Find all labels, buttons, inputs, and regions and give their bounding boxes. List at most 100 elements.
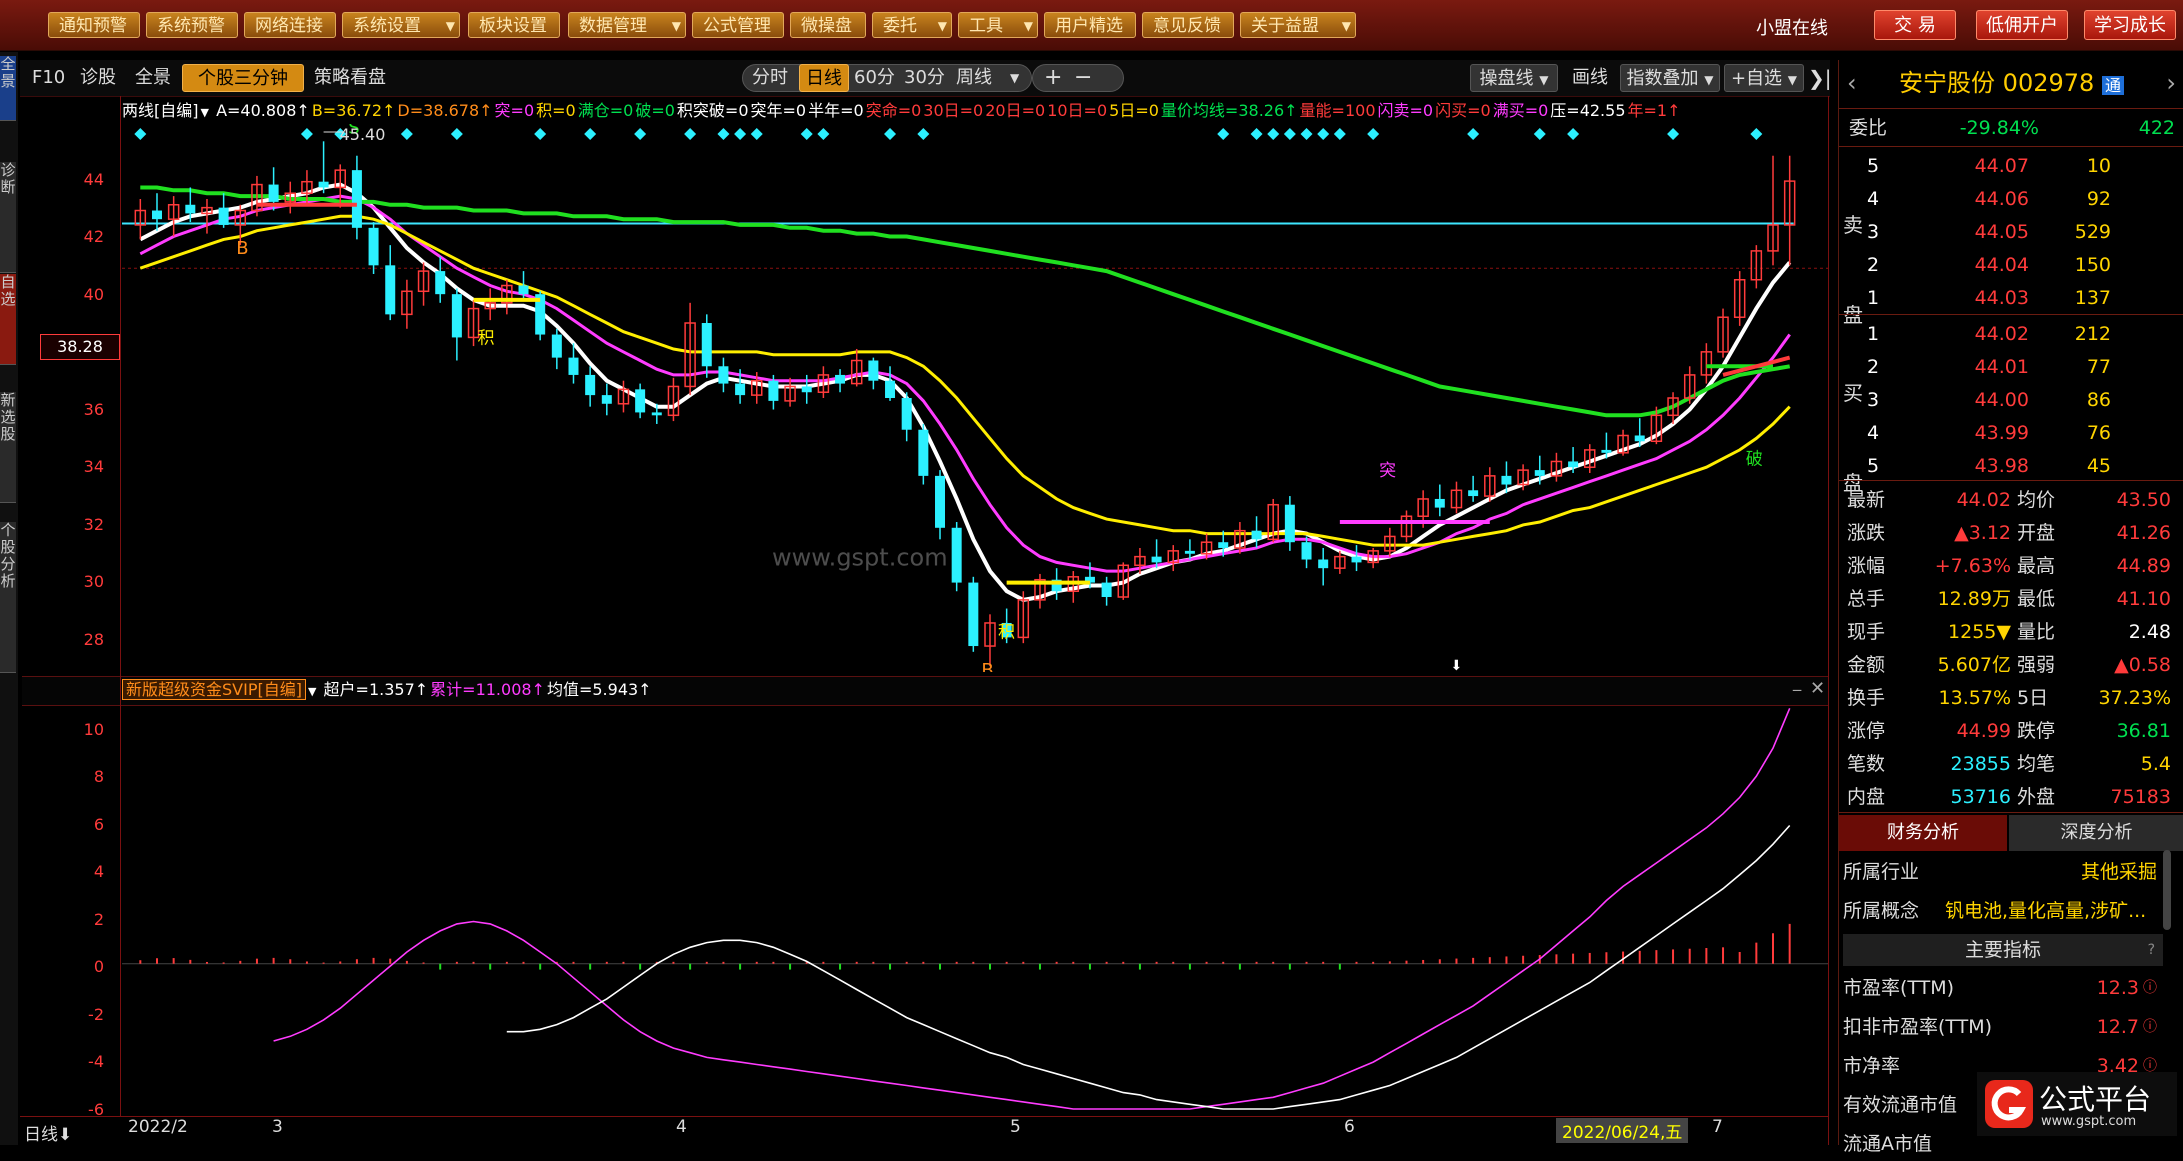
- toolbar-button-system-settings[interactable]: 系统设置 ▼: [342, 12, 460, 38]
- bid-row[interactable]: 2 44.01 77: [1839, 351, 2183, 384]
- ask-row[interactable]: 1 44.03 137: [1839, 282, 2183, 315]
- toolbar-button-tools[interactable]: 工具 ▼: [958, 12, 1038, 38]
- vtab-stock-analysis[interactable]: 个股分析: [0, 522, 16, 673]
- chevron-down-icon[interactable]: ▼: [201, 106, 209, 119]
- toolbar-button-sector-settings[interactable]: 板块设置: [468, 12, 560, 38]
- sub-tick: 4: [93, 862, 104, 881]
- industry-value[interactable]: 其他采掘: [1839, 856, 2157, 889]
- candle-body: [151, 210, 162, 220]
- button-label: 工具: [969, 16, 1003, 36]
- x-tick: 4: [676, 1117, 687, 1137]
- open-account-button[interactable]: 低佣开户: [1976, 10, 2068, 40]
- ind-val: B=36.72↑: [311, 101, 396, 120]
- candle-body: [318, 181, 329, 188]
- vtab-new-picks[interactable]: 新选股: [0, 392, 16, 503]
- vtab-overview[interactable]: 全景: [0, 56, 16, 121]
- toolbar-button-notify[interactable]: 通知预警: [48, 12, 140, 38]
- concept-value[interactable]: 钒电池,量化高量,涉矿...: [1945, 895, 2157, 928]
- diagnose-button[interactable]: 诊股: [80, 64, 116, 92]
- index-overlay-button[interactable]: 指数叠加 ▼: [1620, 64, 1720, 92]
- candlestick-chart[interactable]: BS45.40积积B27.24突破www.gspt.com⬇: [122, 124, 1828, 672]
- quote-row: 涨幅 +7.63% 最高 44.89: [1839, 550, 2183, 583]
- vtab-watchlist[interactable]: 自选: [0, 274, 16, 365]
- panel-scrollbar[interactable]: [2163, 850, 2171, 930]
- buy-label: 买: [1843, 381, 1863, 405]
- tab-weekly[interactable]: 周线: [956, 64, 992, 92]
- industry-row: 所属行业 其他采掘: [1839, 856, 2183, 889]
- vtab-diagnose[interactable]: 诊断: [0, 162, 16, 273]
- three-minute-button[interactable]: 个股三分钟: [182, 64, 304, 92]
- quote-value: 41.26: [2116, 522, 2171, 544]
- close-icon[interactable]: ✕: [1810, 678, 1825, 699]
- tab-30min[interactable]: 30分: [904, 64, 945, 92]
- ask-row[interactable]: 3 44.05 529: [1839, 216, 2183, 249]
- tab-financial[interactable]: 财务分析: [1839, 815, 2007, 851]
- bid-row[interactable]: 4 43.99 76: [1839, 417, 2183, 450]
- tab-intraday[interactable]: 分时: [752, 64, 788, 92]
- learn-button[interactable]: 学习成长: [2084, 10, 2176, 40]
- button-label: 公式管理: [703, 16, 771, 36]
- accumulate-mark: 积: [998, 623, 1015, 643]
- candle-body: [585, 374, 596, 396]
- price-tick: 30: [83, 572, 104, 591]
- sell-label: 卖: [1843, 213, 1863, 237]
- toolbar-button-user-picks[interactable]: 用户精选: [1044, 12, 1136, 38]
- overview-button[interactable]: 全景: [135, 64, 171, 92]
- capital-flow-chart[interactable]: [122, 706, 1828, 1116]
- candle-body: [868, 360, 879, 381]
- toolbar-button-feedback[interactable]: 意见反馈: [1142, 12, 1234, 38]
- operation-line-button[interactable]: 操盘线 ▼: [1470, 64, 1558, 92]
- tab-deep-analysis[interactable]: 深度分析: [2009, 815, 2183, 851]
- ask-row[interactable]: 5 44.07 10: [1839, 150, 2183, 183]
- zoom-in-button[interactable]: +: [1044, 64, 1062, 92]
- ind-val: 年=1↑: [1627, 101, 1681, 120]
- chevron-down-icon: ▼: [445, 19, 455, 33]
- main-indicator-name[interactable]: 两线[自编]: [122, 101, 199, 120]
- stock-name: 安宁股份: [1899, 69, 1996, 97]
- f10-button[interactable]: F10: [32, 64, 65, 92]
- trade-button[interactable]: 交 易: [1874, 10, 1956, 40]
- next-stock-icon[interactable]: ›: [2166, 60, 2176, 106]
- toolbar-button-micro-trade[interactable]: 微操盘: [790, 12, 866, 38]
- candle-body: [1534, 470, 1545, 476]
- prev-stock-icon[interactable]: ‹: [1847, 60, 1857, 106]
- toolbar-button-entrust[interactable]: 委托 ▼: [872, 12, 952, 38]
- signal-diamond: [684, 128, 697, 140]
- ask-row[interactable]: 4 44.06 92: [1839, 183, 2183, 216]
- signal-diamond: [750, 128, 763, 140]
- gspt-logo: 公式平台 www.gspt.com: [1977, 1072, 2177, 1136]
- tab-60min[interactable]: 60分: [854, 64, 895, 92]
- strategy-button[interactable]: 策略看盘: [314, 64, 386, 92]
- bid-volume: 77: [2086, 356, 2111, 378]
- zoom-out-button[interactable]: −: [1074, 64, 1092, 92]
- toolbar-button-data-manage[interactable]: 数据管理 ▼: [568, 12, 686, 38]
- quote-row: 涨停 44.99 跌停 36.81: [1839, 715, 2183, 748]
- toolbar-button-system-alert[interactable]: 系统预警: [146, 12, 238, 38]
- help-icon[interactable]: ?: [2148, 934, 2155, 966]
- signal-diamond: [1283, 128, 1296, 140]
- chevron-down-icon[interactable]: ▼: [1010, 64, 1019, 92]
- stock-code: 002978: [2002, 69, 2095, 97]
- toolbar-button-formula-manage[interactable]: 公式管理: [692, 12, 784, 38]
- toolbar-button-about[interactable]: 关于益盟 ▼: [1240, 12, 1356, 38]
- bid-row[interactable]: 3 44.00 86: [1839, 384, 2183, 417]
- add-watchlist-button[interactable]: +自选 ▼: [1724, 64, 1804, 92]
- info-icon[interactable]: ⓘ: [2143, 1011, 2157, 1044]
- toolbar-button-network[interactable]: 网络连接: [244, 12, 336, 38]
- ind-val: 闪卖=0: [1377, 101, 1434, 120]
- sub-tick: 10: [83, 720, 104, 739]
- tab-daily[interactable]: 日线: [799, 64, 849, 92]
- chevron-down-icon[interactable]: ▼: [308, 685, 316, 698]
- info-icon[interactable]: ⓘ: [2143, 972, 2157, 1005]
- draw-line-button[interactable]: 画线: [1572, 64, 1608, 92]
- sub-indicator-name[interactable]: 新版超级资金SVIP[自编]: [122, 679, 306, 700]
- collapse-panel-icon[interactable]: ❯|: [1808, 64, 1832, 92]
- period-indicator[interactable]: 日线⬇: [24, 1120, 72, 1145]
- sub-tick: 8: [93, 767, 104, 786]
- chevron-down-icon: ▼: [937, 19, 947, 33]
- bid-row[interactable]: 5 43.98 45: [1839, 450, 2183, 483]
- bid-volume: 212: [2074, 323, 2111, 345]
- bid-row[interactable]: 1 44.02 212: [1839, 318, 2183, 351]
- ask-row[interactable]: 2 44.04 150: [1839, 249, 2183, 282]
- minimize-icon[interactable]: ‒: [1792, 680, 1802, 699]
